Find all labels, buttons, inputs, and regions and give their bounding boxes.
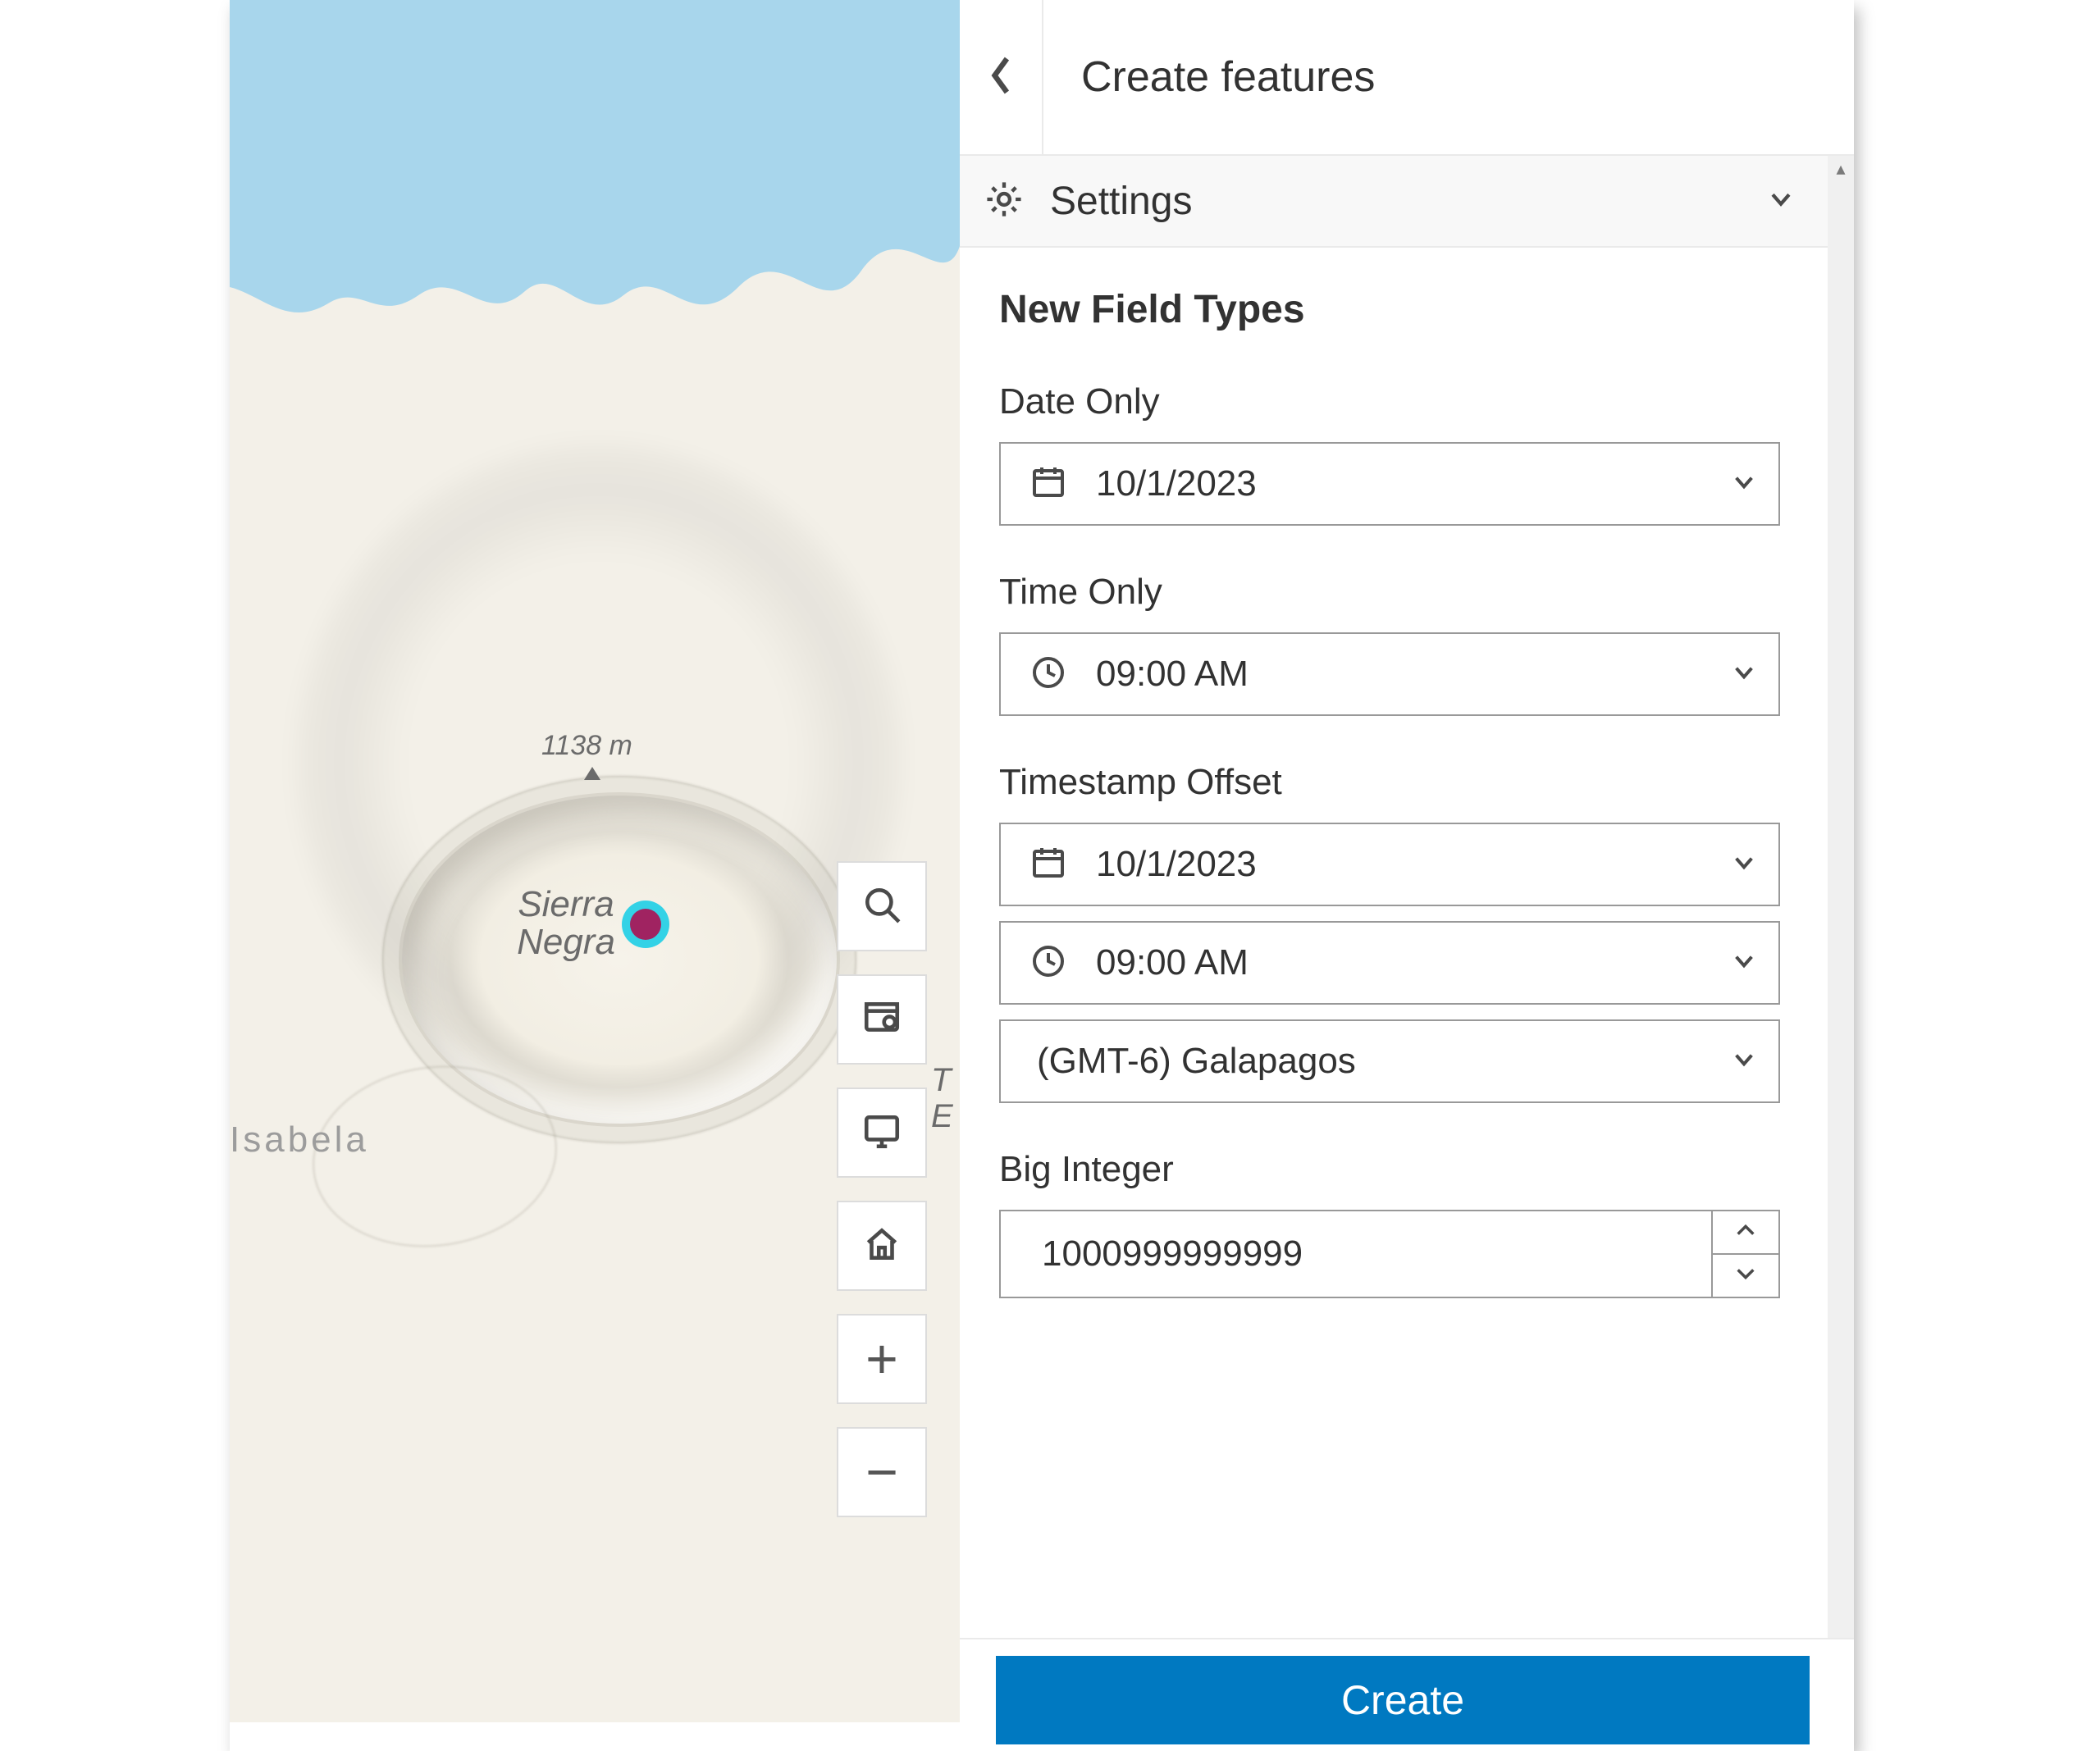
scrollbar-up-icon[interactable]: ▴: [1828, 156, 1854, 182]
zoom-out-button[interactable]: −: [837, 1427, 927, 1517]
monitor-button[interactable]: [837, 1088, 927, 1178]
chevron-left-icon: [988, 54, 1013, 101]
minus-icon: −: [865, 1444, 898, 1500]
time-only-input[interactable]: 09:00 AM: [999, 632, 1780, 716]
time-only-label: Time Only: [999, 572, 1780, 613]
chevron-down-icon: [1731, 469, 1757, 499]
calendar-icon: [1029, 463, 1068, 506]
create-button[interactable]: Create: [996, 1656, 1810, 1744]
create-button-label: Create: [1341, 1676, 1464, 1724]
section-title: New Field Types: [999, 287, 1780, 332]
big-integer-input[interactable]: 1000999999999: [999, 1210, 1780, 1298]
chevron-down-icon: [1731, 948, 1757, 978]
peak-marker-icon: [584, 767, 600, 780]
feature-point-marker[interactable]: [622, 901, 669, 948]
peak-elevation-label: 1138 m: [541, 730, 632, 762]
monitor-icon: [861, 1110, 902, 1156]
basemap-icon: [861, 997, 902, 1042]
stepper-buttons: [1711, 1211, 1778, 1297]
panel-title: Create features: [1043, 0, 1854, 154]
home-button[interactable]: [837, 1201, 927, 1291]
chevron-down-icon: [1734, 1265, 1757, 1286]
plus-icon: +: [865, 1331, 898, 1387]
big-integer-label: Big Integer: [999, 1149, 1780, 1190]
date-only-value: 10/1/2023: [1096, 463, 1731, 504]
date-only-group: Date Only 10/1/2023: [999, 381, 1780, 526]
form: New Field Types Date Only 10/1/2023: [960, 248, 1828, 1331]
calendar-icon: [1029, 843, 1068, 887]
chevron-down-icon: [1767, 185, 1795, 217]
time-only-group: Time Only 09:00 AM: [999, 572, 1780, 716]
scrollbar[interactable]: ▴ ▾: [1828, 156, 1854, 1751]
basemap-button[interactable]: [837, 974, 927, 1065]
island-name-label: Isabela: [230, 1119, 369, 1160]
timestamp-date-value: 10/1/2023: [1096, 844, 1731, 885]
chevron-down-icon: [1731, 850, 1757, 880]
timestamp-offset-label: Timestamp Offset: [999, 762, 1780, 803]
timestamp-time-value: 09:00 AM: [1096, 942, 1731, 983]
timestamp-time-input[interactable]: 09:00 AM: [999, 921, 1780, 1005]
stepper-down-button[interactable]: [1713, 1255, 1778, 1297]
timestamp-offset-group: Timestamp Offset 10/1/2023: [999, 762, 1780, 1103]
chevron-down-icon: [1731, 659, 1757, 690]
panel-footer: Create: [960, 1638, 1854, 1751]
map-canvas[interactable]: 1138 m Sierra Negra Isabela T E: [230, 0, 960, 1722]
clock-icon: [1029, 942, 1068, 985]
stepper-up-button[interactable]: [1713, 1211, 1778, 1255]
chevron-up-icon: [1734, 1222, 1757, 1243]
date-only-input[interactable]: 10/1/2023: [999, 442, 1780, 526]
search-icon: [861, 884, 902, 929]
timezone-value: (GMT-6) Galapagos: [1037, 1041, 1731, 1082]
date-only-label: Date Only: [999, 381, 1780, 422]
clock-icon: [1029, 653, 1068, 696]
panel-scroll-area: ▴ ▾ Settings New Field Types: [960, 156, 1854, 1751]
gear-icon: [983, 178, 1025, 225]
search-button[interactable]: [837, 861, 927, 951]
time-only-value: 09:00 AM: [1096, 654, 1731, 695]
back-button[interactable]: [960, 0, 1043, 154]
settings-label: Settings: [1050, 179, 1767, 224]
chevron-down-icon: [1731, 1046, 1757, 1077]
big-integer-value: 1000999999999: [1001, 1211, 1711, 1297]
panel-header: Create features: [960, 0, 1854, 156]
big-integer-group: Big Integer 1000999999999: [999, 1149, 1780, 1298]
zoom-in-button[interactable]: +: [837, 1314, 927, 1404]
timestamp-date-input[interactable]: 10/1/2023: [999, 823, 1780, 906]
home-icon: [861, 1224, 902, 1269]
create-features-panel: Create features ▴ ▾ Settings: [960, 0, 1854, 1751]
timezone-select[interactable]: (GMT-6) Galapagos: [999, 1019, 1780, 1103]
truncated-map-label: T E: [931, 1062, 953, 1134]
map-tool-stack: + −: [837, 861, 927, 1517]
settings-row[interactable]: Settings: [960, 156, 1828, 248]
